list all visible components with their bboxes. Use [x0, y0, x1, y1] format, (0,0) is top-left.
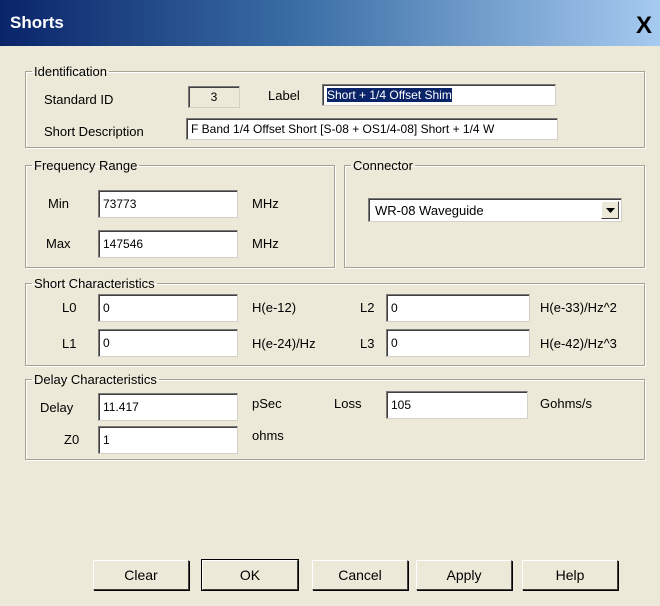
delay-characteristics-legend: Delay Characteristics: [34, 372, 157, 387]
chevron-down-icon[interactable]: [601, 201, 619, 219]
short-description-field[interactable]: [186, 118, 558, 140]
min-unit: MHz: [252, 196, 279, 211]
shorts-dialog: Shorts X Identification Standard ID Labe…: [0, 0, 660, 606]
window-title: Shorts: [10, 13, 64, 32]
title-bar[interactable]: Shorts X: [0, 0, 660, 46]
standard-id-label: Standard ID: [44, 92, 114, 107]
help-button[interactable]: Help: [522, 560, 618, 590]
dialog-body: Identification Standard ID Label Short +…: [0, 46, 660, 606]
cancel-button[interactable]: Cancel: [312, 560, 408, 590]
connector-selected-value: WR-08 Waveguide: [375, 203, 484, 218]
l2-label: L2: [360, 300, 375, 315]
delay-field[interactable]: [98, 393, 238, 421]
l0-label: L0: [62, 300, 77, 315]
l2-unit: H(e-33)/Hz^2: [540, 300, 617, 315]
z0-unit: ohms: [252, 428, 284, 443]
connector-legend: Connector: [353, 158, 413, 173]
delay-unit: pSec: [252, 396, 282, 411]
l3-unit: H(e-42)/Hz^3: [540, 336, 617, 351]
loss-label: Loss: [334, 396, 362, 411]
l0-field[interactable]: [98, 294, 238, 322]
l1-unit: H(e-24)/Hz: [252, 336, 316, 351]
max-unit: MHz: [252, 236, 279, 251]
identification-legend: Identification: [34, 64, 107, 79]
label-field[interactable]: Short + 1/4 Offset Shim: [322, 84, 556, 106]
min-frequency-field[interactable]: [98, 190, 238, 218]
l2-field[interactable]: [386, 294, 530, 322]
z0-label: Z0: [64, 432, 80, 447]
loss-unit: Gohms/s: [540, 396, 593, 411]
clear-button[interactable]: Clear: [93, 560, 189, 590]
delay-label: Delay: [40, 400, 74, 415]
frequency-range-legend: Frequency Range: [34, 158, 138, 173]
max-frequency-field[interactable]: [98, 230, 238, 258]
l1-field[interactable]: [98, 329, 238, 357]
l3-label: L3: [360, 336, 375, 351]
connector-select[interactable]: WR-08 Waveguide: [368, 198, 622, 222]
min-label: Min: [48, 196, 69, 211]
label-label: Label: [268, 88, 300, 103]
max-label: Max: [46, 236, 71, 251]
apply-button[interactable]: Apply: [416, 560, 512, 590]
l1-label: L1: [62, 336, 77, 351]
loss-field[interactable]: [386, 391, 528, 419]
close-icon[interactable]: X: [632, 14, 656, 38]
short-characteristics-legend: Short Characteristics: [34, 276, 155, 291]
label-field-text: Short + 1/4 Offset Shim: [327, 88, 452, 102]
l3-field[interactable]: [386, 329, 530, 357]
short-description-label: Short Description: [44, 124, 144, 139]
ok-button[interactable]: OK: [201, 559, 299, 591]
z0-field[interactable]: [98, 426, 238, 454]
l0-unit: H(e-12): [252, 300, 297, 315]
standard-id-field: [188, 86, 240, 108]
